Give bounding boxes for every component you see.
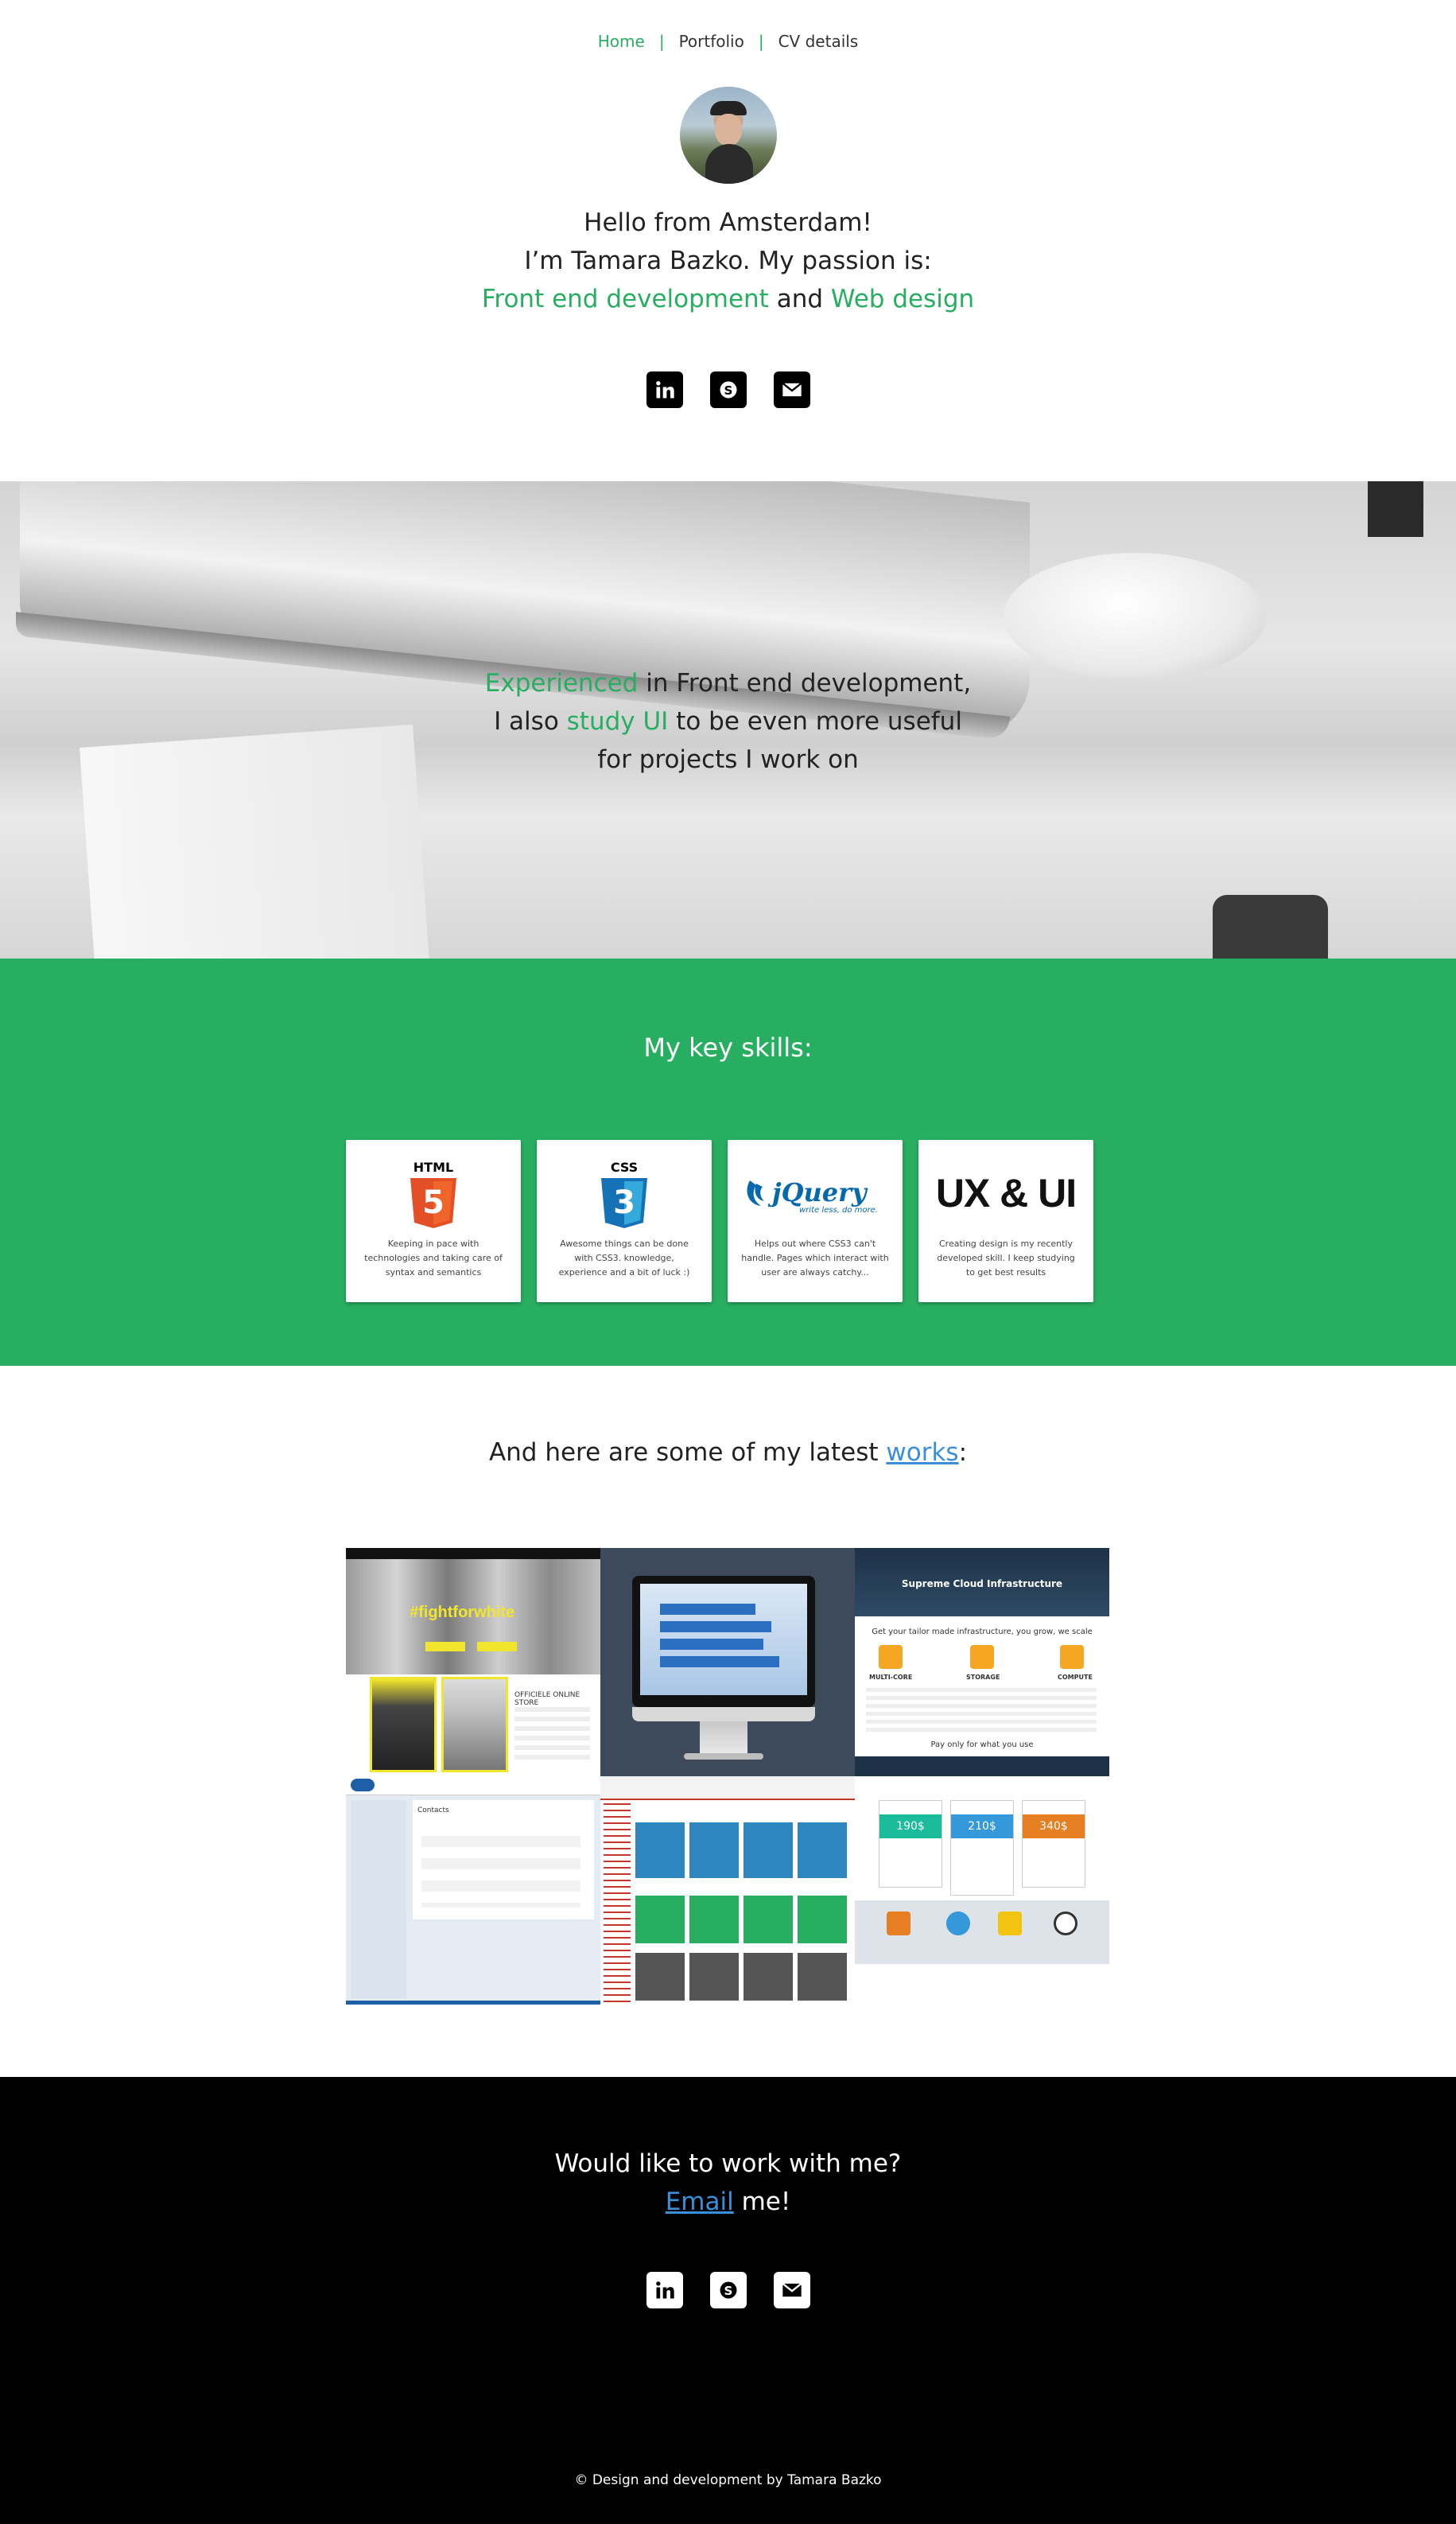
email-link[interactable]: Email xyxy=(666,2188,734,2216)
passion-frontend: Front end development xyxy=(481,285,769,313)
svg-text:3: 3 xyxy=(613,1184,635,1221)
css3-icon: CSS 3 xyxy=(549,1149,699,1237)
skills-section: My key skills: HTML 5 Keeping in pace wi… xyxy=(0,959,1456,1366)
intro-text: Hello from Amsterdam! I’m Tamara Bazko. … xyxy=(0,204,1456,318)
skill-card-html: HTML 5 Keeping in pace with technologies… xyxy=(346,1140,521,1302)
ux-ui-logo: UX & UI xyxy=(935,1171,1077,1215)
intro-line3: Front end development and Web design xyxy=(481,285,975,313)
skill-card-jquery: jQuery write less, do more. Helps out wh… xyxy=(728,1140,903,1302)
nav-portfolio[interactable]: Portfolio xyxy=(665,32,759,51)
skill-card-uxui: UX & UI Creating design is my recently d… xyxy=(918,1140,1093,1302)
top-nav: Home | Portfolio | CV details xyxy=(0,32,1456,51)
social-links-top: S xyxy=(0,371,1456,408)
portfolio-tile[interactable]: Contacts xyxy=(346,1776,600,2005)
linkedin-icon[interactable] xyxy=(646,2272,683,2308)
portfolio-tile[interactable]: Supreme Cloud Infrastructure Get your ta… xyxy=(855,1548,1109,1776)
nav-separator: | xyxy=(758,32,764,51)
portfolio-tile[interactable]: 190$ 210$ 340$ xyxy=(855,1776,1109,2005)
linkedin-icon[interactable] xyxy=(646,371,683,408)
html5-icon: HTML 5 xyxy=(359,1149,508,1237)
footer: Would like to work with me? Email me! S … xyxy=(0,2077,1456,2524)
hero-text: Experienced in Front end development, I … xyxy=(484,669,972,774)
skype-icon[interactable]: S xyxy=(709,371,747,408)
avatar xyxy=(680,87,777,184)
intro-line1: Hello from Amsterdam! xyxy=(584,208,872,237)
copyright: © Design and development by Tamara Bazko xyxy=(574,2472,882,2488)
email-icon[interactable] xyxy=(773,371,810,408)
skill-desc: Keeping in pace with technologies and ta… xyxy=(364,1239,503,1278)
svg-text:HTML: HTML xyxy=(414,1160,453,1175)
skill-desc: Awesome things can be done with CSS3. kn… xyxy=(558,1239,690,1278)
email-icon[interactable] xyxy=(773,2272,810,2308)
mouse-image xyxy=(1004,553,1266,680)
portfolio-tile[interactable]: #fightforwhite OFFICIELE ONLINE STORE xyxy=(346,1548,600,1776)
skill-card-css: CSS 3 Awesome things can be done with CS… xyxy=(537,1140,712,1302)
svg-text:write less, do more.: write less, do more. xyxy=(799,1206,878,1215)
svg-text:S: S xyxy=(724,2284,732,2298)
skills-title: My key skills: xyxy=(643,1033,813,1063)
svg-text:5: 5 xyxy=(422,1184,445,1221)
nav-home[interactable]: Home xyxy=(584,32,659,51)
svg-text:CSS: CSS xyxy=(611,1160,638,1175)
sticker-image xyxy=(1213,895,1328,959)
desk-object xyxy=(1368,481,1423,537)
jquery-logo: jQuery write less, do more. xyxy=(740,1149,890,1237)
social-links-footer: S xyxy=(0,2272,1456,2308)
skill-desc: Helps out where CSS3 can't handle. Pages… xyxy=(741,1239,889,1278)
portfolio-tile[interactable] xyxy=(600,1776,855,2005)
hero-banner: Experienced in Front end development, I … xyxy=(0,481,1456,959)
intro-line2: I’m Tamara Bazko. My passion is: xyxy=(524,247,932,275)
svg-text:jQuery: jQuery xyxy=(767,1177,868,1208)
works-title: And here are some of my latest works: xyxy=(488,1438,968,1467)
cta-text: Would like to work with me? Email me! xyxy=(554,2149,902,2216)
portfolio-grid: #fightforwhite OFFICIELE ONLINE STORE Su… xyxy=(346,1548,1109,2005)
skype-icon[interactable]: S xyxy=(709,2272,747,2308)
works-link[interactable]: works xyxy=(886,1438,958,1467)
nav-separator: | xyxy=(658,32,665,51)
skill-desc: Creating design is my recently developed… xyxy=(937,1239,1075,1278)
passion-webdesign: Web design xyxy=(830,285,975,313)
svg-text:S: S xyxy=(724,383,732,398)
nav-cv-details[interactable]: CV details xyxy=(764,32,873,51)
portfolio-tile[interactable] xyxy=(600,1548,855,1776)
